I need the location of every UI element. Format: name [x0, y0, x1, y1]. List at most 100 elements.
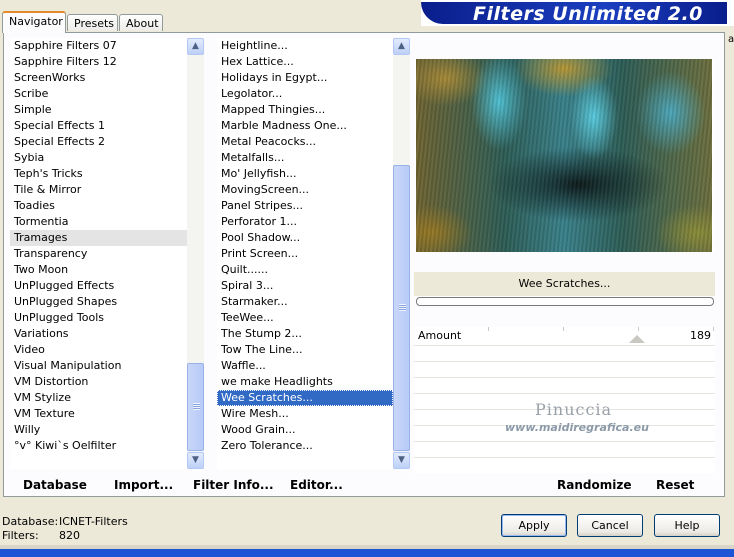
filter-list-item[interactable]: Starmaker...	[217, 294, 393, 310]
category-list-item[interactable]: Tramages	[10, 230, 187, 246]
help-button[interactable]: Help	[654, 514, 720, 537]
tab-presets[interactable]: Presets	[67, 14, 118, 31]
category-list-item[interactable]: Transparency	[10, 246, 187, 262]
filter-scrollbar[interactable]: ▲ ▼	[393, 38, 410, 469]
filter-list-item[interactable]: Print Screen...	[217, 246, 393, 262]
scroll-down-icon[interactable]: ▼	[187, 452, 204, 469]
database-button[interactable]: Database	[23, 477, 87, 493]
category-list-item[interactable]: UnPlugged Shapes	[10, 294, 187, 310]
category-list[interactable]: Sapphire Filters 07 Sapphire Filters 12 Sc…	[10, 38, 204, 469]
category-list-item[interactable]: Special Effects 1	[10, 118, 187, 134]
tab-navigator[interactable]: Navigator	[2, 11, 66, 33]
filter-list-item[interactable]: Heightline...	[217, 38, 393, 54]
preview-image	[416, 59, 712, 252]
category-scrollbar[interactable]: ▲ ▼	[187, 38, 204, 469]
filters-count: 820	[59, 529, 80, 542]
category-list-item[interactable]: Simple	[10, 102, 187, 118]
category-list-item[interactable]: Variations	[10, 326, 187, 342]
filter-list-item[interactable]: Quilt......	[217, 262, 393, 278]
filter-info-button[interactable]: Filter Info...	[193, 477, 274, 493]
filters-label: Filters:	[2, 529, 39, 542]
filter-list-item[interactable]: Holidays in Egypt...	[217, 70, 393, 86]
category-list-item[interactable]: Two Moon	[10, 262, 187, 278]
filter-list-item[interactable]: Metal Peacocks...	[217, 134, 393, 150]
database-label: Database:	[2, 515, 59, 528]
slider-thumb-icon[interactable]	[629, 335, 646, 343]
taskbar-edge	[0, 549, 734, 557]
filter-list[interactable]: Heightline... Hex Lattice... Holidays in E…	[217, 38, 410, 469]
filter-list-item[interactable]: The Stump 2...	[217, 326, 393, 342]
filter-list-item[interactable]: Wood Grain...	[217, 422, 393, 438]
filter-list-item[interactable]: Spiral 3...	[217, 278, 393, 294]
reset-button[interactable]: Reset	[656, 477, 694, 493]
param-value: 189	[690, 329, 711, 342]
filter-list-item[interactable]: Mo' Jellyfish...	[217, 166, 393, 182]
category-list-item[interactable]: VM Texture	[10, 406, 187, 422]
progress-bar	[416, 297, 714, 306]
app-title: Filters Unlimited 2.0	[473, 3, 703, 25]
filter-list-item[interactable]: Hex Lattice...	[217, 54, 393, 70]
param-row-empty	[414, 362, 715, 378]
param-row-empty	[414, 378, 715, 394]
category-list-item[interactable]: Tormentia	[10, 214, 187, 230]
watermark-url: www.maidiregrafica.eu	[505, 421, 649, 434]
filter-list-item[interactable]: MovingScreen...	[217, 182, 393, 198]
category-list-item[interactable]: Scribe	[10, 86, 187, 102]
filter-list-item[interactable]: Pool Shadow...	[217, 230, 393, 246]
filter-list-item[interactable]: Mapped Thingies...	[217, 102, 393, 118]
scroll-up-icon[interactable]: ▲	[187, 38, 204, 55]
category-list-item[interactable]: VM Stylize	[10, 390, 187, 406]
category-list-item[interactable]: Teph's Tricks	[10, 166, 187, 182]
filter-list-item[interactable]: TeeWee...	[217, 310, 393, 326]
edge-text: a	[728, 34, 734, 45]
filter-list-item[interactable]: Legolator...	[217, 86, 393, 102]
grip-icon	[193, 403, 200, 410]
category-list-item[interactable]: Sapphire Filters 12	[10, 54, 187, 70]
category-list-item[interactable]: °v° Kiwi`s Oelfilter	[10, 438, 187, 454]
import-button[interactable]: Import...	[114, 477, 173, 493]
tab-strip: Navigator Presets About Filters Unlimite…	[0, 0, 734, 45]
scroll-up-icon[interactable]: ▲	[393, 38, 410, 55]
category-items: Sapphire Filters 07 Sapphire Filters 12 Sc…	[10, 38, 187, 454]
category-list-item[interactable]: Special Effects 2	[10, 134, 187, 150]
filter-list-item[interactable]: Perforator 1...	[217, 214, 393, 230]
cancel-button[interactable]: Cancel	[577, 514, 643, 537]
category-list-item[interactable]: Visual Manipulation	[10, 358, 187, 374]
category-list-item[interactable]: Sybia	[10, 150, 187, 166]
category-list-item[interactable]: VM Distortion	[10, 374, 187, 390]
param-row-empty	[414, 346, 715, 362]
filter-list-item[interactable]: Metalfalls...	[217, 150, 393, 166]
filter-items: Heightline... Hex Lattice... Holidays in E…	[217, 38, 393, 454]
filter-list-item[interactable]: Marble Madness One...	[217, 118, 393, 134]
scroll-thumb[interactable]	[393, 165, 410, 451]
category-list-item[interactable]: Video	[10, 342, 187, 358]
filter-list-item[interactable]: Zero Tolerance...	[217, 438, 393, 454]
category-list-item[interactable]: ScreenWorks	[10, 70, 187, 86]
watermark-name: Pinuccia	[535, 400, 613, 419]
param-label: Amount	[418, 329, 462, 342]
preview-frame	[414, 59, 714, 252]
filter-list-item[interactable]: Waffle...	[217, 358, 393, 374]
scroll-thumb[interactable]	[187, 363, 204, 451]
filter-name-label: Wee Scratches...	[414, 272, 715, 296]
editor-button[interactable]: Editor...	[290, 477, 343, 493]
category-list-item[interactable]: Tile & Mirror	[10, 182, 187, 198]
category-list-item[interactable]: UnPlugged Effects	[10, 278, 187, 294]
category-list-item[interactable]: UnPlugged Tools	[10, 310, 187, 326]
category-list-item[interactable]: Toadies	[10, 198, 187, 214]
filter-list-item[interactable]: Wee Scratches...	[217, 390, 393, 406]
filter-list-item[interactable]: we make Headlights	[217, 374, 393, 390]
param-row-empty	[414, 442, 715, 458]
filter-list-item[interactable]: Panel Stripes...	[217, 198, 393, 214]
apply-button[interactable]: Apply	[501, 514, 567, 537]
category-list-item[interactable]: Sapphire Filters 07	[10, 38, 187, 54]
title-banner: Filters Unlimited 2.0	[421, 0, 734, 26]
filter-list-item[interactable]: Tow The Line...	[217, 342, 393, 358]
tab-about[interactable]: About	[119, 14, 163, 31]
scroll-down-icon[interactable]: ▼	[393, 452, 410, 469]
randomize-button[interactable]: Randomize	[557, 477, 631, 493]
grip-icon	[399, 304, 406, 311]
category-list-item[interactable]: Willy	[10, 422, 187, 438]
param-row-amount[interactable]: Amount 189	[414, 327, 715, 346]
filter-list-item[interactable]: Wire Mesh...	[217, 406, 393, 422]
